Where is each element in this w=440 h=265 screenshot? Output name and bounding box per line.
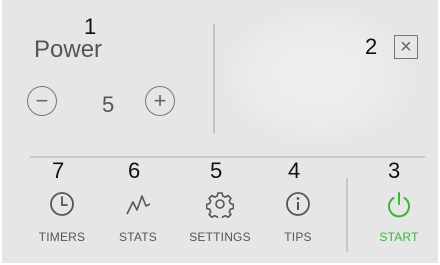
marker-1: 1 — [84, 14, 97, 39]
light-glow — [224, 8, 414, 143]
minus-icon: − — [35, 88, 49, 113]
marker-5: 5 — [210, 158, 223, 183]
marker-2: 2 — [365, 34, 378, 59]
power-icon — [388, 192, 410, 218]
nav-tips-label: TIPS — [284, 230, 312, 244]
power-value: 5 — [102, 92, 115, 117]
nav-tips[interactable]: TIPS — [258, 190, 338, 256]
nav-timers[interactable]: TIMERS — [22, 190, 102, 256]
increment-button[interactable]: + — [145, 86, 175, 116]
control-panel: 1 2 3 4 5 6 7 Power − 5 + × TIMERS STATS — [2, 0, 438, 263]
close-button[interactable]: × — [394, 35, 418, 59]
start-divider — [346, 178, 348, 252]
nav-settings[interactable]: SETTINGS — [180, 190, 260, 256]
marker-4: 4 — [288, 158, 301, 183]
nav-stats[interactable]: STATS — [98, 190, 178, 256]
nav-start[interactable]: START — [359, 190, 439, 256]
plus-icon: + — [153, 88, 167, 113]
marker-7: 7 — [52, 158, 65, 183]
info-icon — [286, 192, 310, 216]
decrement-button[interactable]: − — [27, 86, 57, 116]
marker-6: 6 — [128, 158, 141, 183]
marker-3: 3 — [388, 158, 401, 183]
clock-icon — [50, 192, 74, 216]
nav-start-label: START — [379, 230, 419, 244]
close-icon: × — [400, 36, 412, 58]
gear-icon — [206, 192, 234, 218]
nav-timers-label: TIMERS — [38, 230, 86, 244]
stats-chart-icon — [126, 195, 151, 215]
vertical-divider — [213, 24, 215, 134]
nav-settings-label: SETTINGS — [189, 230, 251, 244]
power-label: Power — [34, 36, 103, 63]
nav-stats-label: STATS — [119, 230, 157, 244]
horizontal-divider — [30, 156, 425, 158]
